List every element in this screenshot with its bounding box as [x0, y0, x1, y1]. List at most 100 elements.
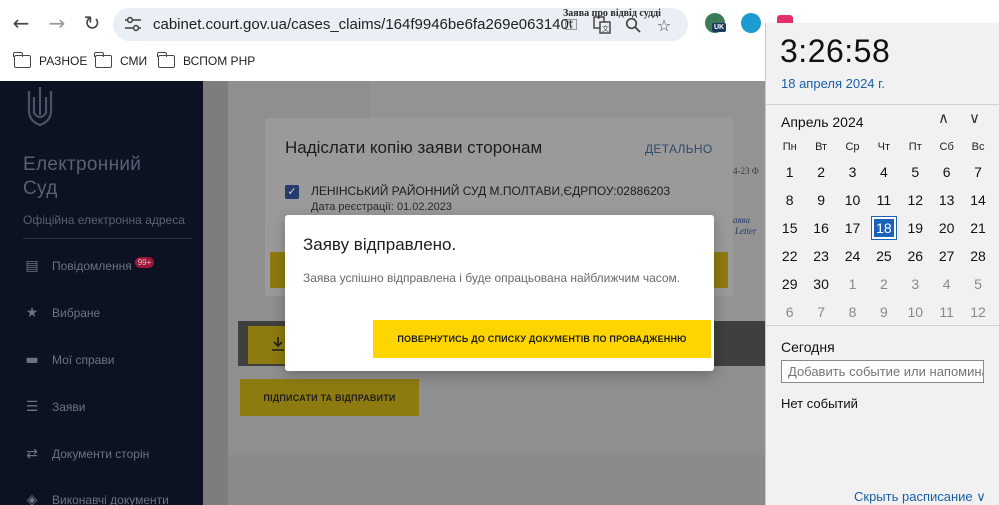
- calendar-day[interactable]: 26: [900, 242, 931, 270]
- calendar-day[interactable]: 25: [868, 242, 899, 270]
- calendar-day-number: 21: [970, 220, 986, 236]
- hide-schedule-link[interactable]: Скрыть расписание ∨: [854, 489, 986, 505]
- calendar-day[interactable]: 20: [931, 214, 962, 242]
- calendar-day[interactable]: 4: [868, 158, 899, 186]
- clock-date[interactable]: 18 апреля 2024 г.: [781, 76, 885, 91]
- calendar-day-number: 3: [911, 276, 920, 292]
- calendar-day-number: 28: [970, 248, 986, 264]
- sidebar-item-favorites[interactable]: ★ Вибране: [24, 305, 101, 321]
- bookmark-label: СМИ: [120, 54, 148, 68]
- calendar-day[interactable]: 19: [900, 214, 931, 242]
- calendar-day[interactable]: 6: [774, 298, 805, 326]
- calendar-day[interactable]: 8: [837, 298, 868, 326]
- calendar-day[interactable]: 21: [962, 214, 993, 242]
- calendar-day-number: 24: [844, 248, 861, 264]
- sidebar-item-notifications[interactable]: ▤ Повідомлення 99+: [24, 256, 155, 274]
- calendar-day[interactable]: 1: [774, 158, 805, 186]
- calendar-month[interactable]: Апрель 2024: [781, 114, 864, 130]
- calendar-day[interactable]: 11: [931, 298, 962, 326]
- calendar-day[interactable]: 7: [805, 298, 836, 326]
- calendar-day-number: 10: [907, 304, 924, 320]
- calendar-day[interactable]: 12: [962, 298, 993, 326]
- calendar-day[interactable]: 22: [774, 242, 805, 270]
- sidebar-item-label: Повідомлення: [52, 259, 132, 273]
- calendar-day[interactable]: 10: [837, 186, 868, 214]
- calendar-day[interactable]: 4: [931, 270, 962, 298]
- calendar-day[interactable]: 6: [931, 158, 962, 186]
- detail-link[interactable]: ДЕТАЛЬНО: [645, 142, 712, 156]
- recipient-checkbox[interactable]: ✓: [285, 185, 299, 199]
- calendar-day[interactable]: 17: [837, 214, 868, 242]
- sidebar-item-my-cases[interactable]: ▬ Мої справи: [24, 352, 115, 368]
- calendar-day[interactable]: 24: [837, 242, 868, 270]
- chevron-up-icon[interactable]: ∧: [938, 109, 949, 127]
- calendar-day[interactable]: 30: [805, 270, 836, 298]
- reload-icon[interactable]: ↻: [77, 8, 107, 38]
- calendar-day-number: 22: [781, 248, 798, 264]
- calendar-day[interactable]: 27: [931, 242, 962, 270]
- calendar-day-number: 25: [876, 248, 892, 264]
- calendar-day[interactable]: 7: [962, 158, 993, 186]
- calendar-day[interactable]: 16: [805, 214, 836, 242]
- calendar-day[interactable]: 5: [962, 270, 993, 298]
- calendar-day[interactable]: 3: [900, 270, 931, 298]
- calendar-day-number: 7: [974, 164, 982, 180]
- calendar-day-number: 5: [911, 164, 920, 180]
- calendar-day[interactable]: 5: [900, 158, 931, 186]
- calendar-day[interactable]: 10: [900, 298, 931, 326]
- calendar-day[interactable]: 1: [837, 270, 868, 298]
- globe-extension-icon[interactable]: UK: [705, 13, 727, 33]
- calendar-day[interactable]: 12: [900, 186, 931, 214]
- svg-text:文: 文: [602, 24, 609, 33]
- instagram-extension-icon[interactable]: [777, 15, 793, 23]
- bookmark-folder-vspom[interactable]: ВСПОМ РНР: [157, 51, 255, 68]
- dialog-title: Заяву відправлено.: [303, 235, 457, 254]
- sidebar-item-executive-documents[interactable]: ◈ Виконавчі документи: [24, 492, 169, 505]
- calendar-day[interactable]: 11: [868, 186, 899, 214]
- calendar-day[interactable]: 9: [805, 186, 836, 214]
- bookmark-folder-raznoe[interactable]: РАЗНОЕ: [13, 51, 87, 68]
- calendar-day[interactable]: 15: [774, 214, 805, 242]
- site-settings-icon[interactable]: [124, 16, 142, 32]
- weekday-label: Пн: [782, 141, 797, 153]
- back-arrow-icon[interactable]: ←: [6, 8, 36, 38]
- calendar-day[interactable]: 13: [931, 186, 962, 214]
- calendar-day[interactable]: 18: [868, 214, 899, 242]
- calendar-day-number: 14: [970, 192, 986, 208]
- url-text[interactable]: cabinet.court.gov.ua/cases_claims/164f99…: [153, 16, 571, 33]
- notification-badge: 99+: [134, 256, 155, 268]
- calendar-day-number: 8: [785, 192, 794, 208]
- sidebar-item-label: Мої справи: [52, 353, 115, 367]
- calendar-week: 6 7 8 9 10 11 12: [774, 298, 994, 326]
- calendar-day[interactable]: 3: [837, 158, 868, 186]
- sidebar: Електронний Суд Офіційна електронна адре…: [0, 81, 203, 505]
- return-to-documents-button[interactable]: ПОВЕРНУТИСЬ ДО СПИСКУ ДОКУМЕНТІВ ПО ПРОВ…: [373, 320, 711, 358]
- calendar-day-number: 7: [817, 304, 825, 320]
- calendar-day[interactable]: 28: [962, 242, 993, 270]
- calendar-day-number: 12: [907, 192, 924, 208]
- forward-arrow-icon[interactable]: →: [42, 8, 72, 38]
- divider: [766, 325, 999, 326]
- sidebar-item-claims[interactable]: ☰ Заяви: [24, 399, 86, 415]
- recipient-name: ЛЕНІНСЬКИЙ РАЙОННИЙ СУД М.ПОЛТАВИ,ЄДРПОУ…: [311, 184, 671, 198]
- calendar-day[interactable]: 23: [805, 242, 836, 270]
- chevron-down-icon[interactable]: ∨: [969, 109, 980, 127]
- calendar-day[interactable]: 8: [774, 186, 805, 214]
- today-label: Сегодня: [781, 339, 835, 355]
- calendar-day[interactable]: 2: [805, 158, 836, 186]
- calendar-day-number: 1: [848, 276, 857, 292]
- brand-line-1: Електронний: [23, 154, 142, 175]
- calendar-day-number: 13: [938, 192, 955, 208]
- calendar-day[interactable]: 14: [962, 186, 993, 214]
- bookmark-folder-smi[interactable]: СМИ: [94, 51, 148, 68]
- calendar-day[interactable]: 9: [868, 298, 899, 326]
- calendar-day[interactable]: 29: [774, 270, 805, 298]
- sidebar-item-party-documents[interactable]: ⇄ Документи сторін: [24, 446, 149, 462]
- swap-icon: ⇄: [26, 446, 38, 462]
- brand-subtitle: Офіційна електронна адреса: [23, 213, 185, 227]
- add-event-input[interactable]: [781, 360, 984, 383]
- shazam-extension-icon[interactable]: [741, 13, 761, 33]
- calendar-day[interactable]: 2: [868, 270, 899, 298]
- sign-and-send-button[interactable]: ПІДПИСАТИ ТА ВІДПРАВИТИ: [240, 379, 419, 416]
- divider: [766, 104, 999, 105]
